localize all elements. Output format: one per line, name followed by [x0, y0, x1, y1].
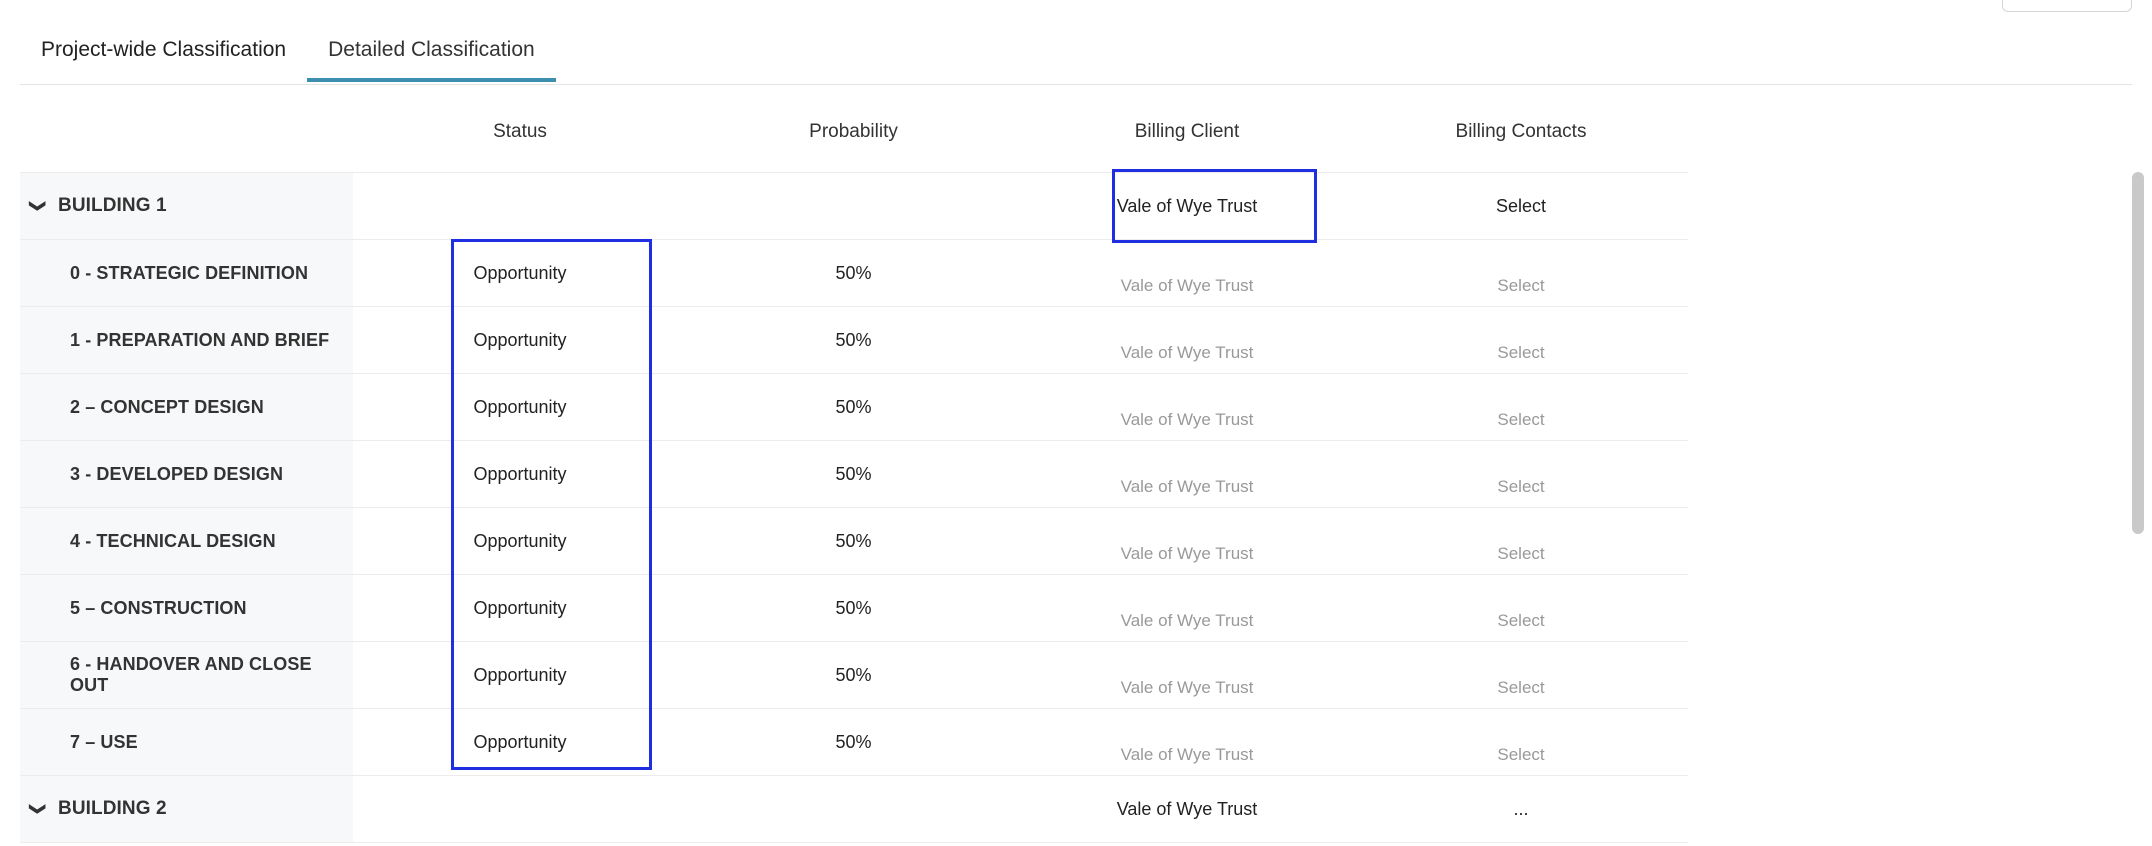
- probability-cell[interactable]: 50%: [687, 330, 1020, 351]
- group-row-building-2: ❯ BUILDING 2 Vale of Wye Trust ...: [20, 776, 1688, 843]
- status-cell[interactable]: Opportunity: [353, 598, 687, 619]
- group-name[interactable]: ❯ BUILDING 1: [20, 173, 353, 239]
- probability-cell[interactable]: 50%: [687, 598, 1020, 619]
- header-billing-contacts: Billing Contacts: [1455, 121, 1587, 142]
- billing-contacts-cell[interactable]: Select: [1497, 343, 1544, 362]
- chevron-down-icon[interactable]: ❯: [28, 196, 48, 216]
- billing-client-cell[interactable]: Vale of Wye Trust: [1121, 745, 1254, 764]
- status-cell[interactable]: Opportunity: [353, 330, 687, 351]
- vertical-scrollbar[interactable]: [2132, 172, 2144, 534]
- billing-client-cell[interactable]: Vale of Wye Trust: [1020, 799, 1354, 820]
- billing-contacts-cell[interactable]: Select: [1497, 477, 1544, 496]
- header-billing-client: Billing Client: [1134, 121, 1240, 142]
- billing-contacts-cell[interactable]: Select: [1497, 745, 1544, 764]
- billing-client-cell[interactable]: Vale of Wye Trust: [1121, 544, 1254, 563]
- table-row: 7 – USE Opportunity 50% Vale of Wye Trus…: [20, 709, 1688, 776]
- billing-client-cell[interactable]: Vale of Wye Trust: [1121, 678, 1254, 697]
- group-row-building-1: ❯ BUILDING 1 Vale of Wye Trust Select: [20, 173, 1688, 240]
- stage-name: 3 - DEVELOPED DESIGN: [20, 441, 353, 507]
- table-row: 5 – CONSTRUCTION Opportunity 50% Vale of…: [20, 575, 1688, 642]
- stage-name: 7 – USE: [20, 709, 353, 775]
- stage-name: 6 - HANDOVER AND CLOSE OUT: [20, 642, 353, 708]
- billing-client-cell[interactable]: Vale of Wye Trust: [1121, 276, 1254, 295]
- table-header: Status Probability Billing Client Billin…: [20, 92, 1688, 173]
- table-row: 2 – CONCEPT DESIGN Opportunity 50% Vale …: [20, 374, 1688, 441]
- stage-name: 5 – CONSTRUCTION: [20, 575, 353, 641]
- stage-name: 4 - TECHNICAL DESIGN: [20, 508, 353, 574]
- classification-table: Status Probability Billing Client Billin…: [20, 92, 1688, 843]
- billing-client-cell[interactable]: Vale of Wye Trust: [1121, 410, 1254, 429]
- billing-client-cell[interactable]: Vale of Wye Trust: [1020, 196, 1354, 217]
- status-cell[interactable]: Opportunity: [353, 732, 687, 753]
- billing-contacts-cell[interactable]: Select: [1497, 544, 1544, 563]
- billing-client-cell[interactable]: Vale of Wye Trust: [1121, 477, 1254, 496]
- group-label: BUILDING 1: [58, 195, 167, 216]
- probability-cell[interactable]: 50%: [687, 732, 1020, 753]
- billing-contacts-cell[interactable]: Select: [1497, 276, 1544, 295]
- header-name-cell: [20, 92, 353, 172]
- status-cell[interactable]: Opportunity: [353, 397, 687, 418]
- classification-tabs: Project-wide Classification Detailed Cla…: [20, 28, 2132, 85]
- billing-client-cell[interactable]: Vale of Wye Trust: [1121, 343, 1254, 362]
- probability-cell[interactable]: 50%: [687, 397, 1020, 418]
- tab-project-wide-classification[interactable]: Project-wide Classification: [20, 28, 307, 82]
- stage-name: 2 – CONCEPT DESIGN: [20, 374, 353, 440]
- status-cell[interactable]: Opportunity: [353, 665, 687, 686]
- billing-client-cell[interactable]: Vale of Wye Trust: [1121, 611, 1254, 630]
- stage-name: 1 - PREPARATION AND BRIEF: [20, 307, 353, 373]
- group-label: BUILDING 2: [58, 798, 167, 819]
- billing-contacts-cell[interactable]: Select: [1354, 196, 1688, 217]
- probability-cell[interactable]: 50%: [687, 531, 1020, 552]
- table-row: 3 - DEVELOPED DESIGN Opportunity 50% Val…: [20, 441, 1688, 508]
- billing-contacts-cell[interactable]: Select: [1497, 410, 1544, 429]
- billing-contacts-cell[interactable]: Select: [1497, 611, 1544, 630]
- billing-contacts-cell[interactable]: ...: [1354, 799, 1688, 820]
- status-cell[interactable]: Opportunity: [353, 464, 687, 485]
- chevron-down-icon[interactable]: ❯: [28, 799, 48, 819]
- table-row: 1 - PREPARATION AND BRIEF Opportunity 50…: [20, 307, 1688, 374]
- probability-cell[interactable]: 50%: [687, 665, 1020, 686]
- tab-detailed-classification[interactable]: Detailed Classification: [307, 28, 556, 82]
- probability-cell[interactable]: 50%: [687, 263, 1020, 284]
- stage-name: 0 - STRATEGIC DEFINITION: [20, 240, 353, 306]
- status-cell[interactable]: Opportunity: [353, 263, 687, 284]
- probability-cell[interactable]: 50%: [687, 464, 1020, 485]
- header-status: Status: [493, 121, 547, 142]
- table-row: 0 - STRATEGIC DEFINITION Opportunity 50%…: [20, 240, 1688, 307]
- table-row: 6 - HANDOVER AND CLOSE OUT Opportunity 5…: [20, 642, 1688, 709]
- top-right-button[interactable]: [2002, 0, 2132, 12]
- group-name[interactable]: ❯ BUILDING 2: [20, 776, 353, 842]
- header-probability: Probability: [809, 121, 898, 142]
- status-cell[interactable]: Opportunity: [353, 531, 687, 552]
- table-row: 4 - TECHNICAL DESIGN Opportunity 50% Val…: [20, 508, 1688, 575]
- billing-contacts-cell[interactable]: Select: [1497, 678, 1544, 697]
